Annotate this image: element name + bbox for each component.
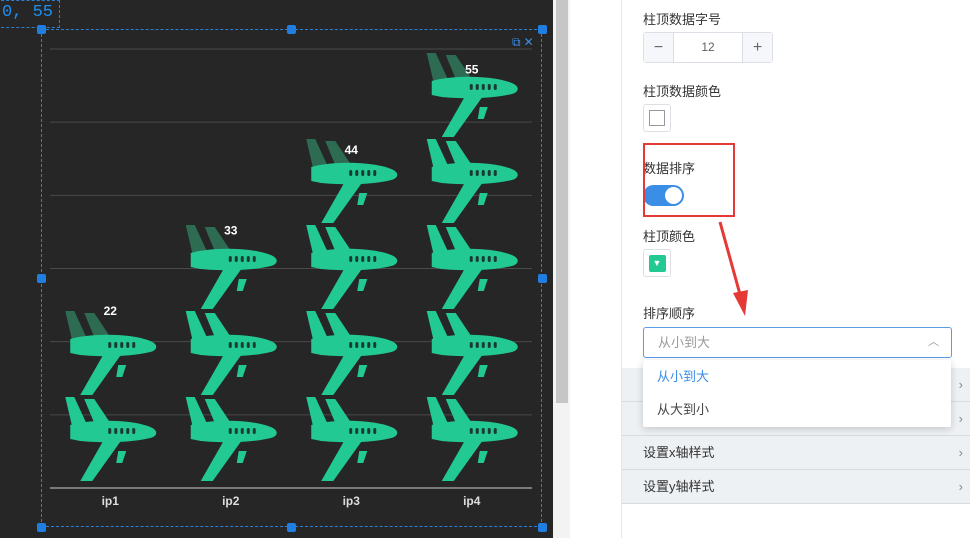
selection-box[interactable] bbox=[41, 29, 542, 527]
label-color-label: 柱顶数据颜色 bbox=[643, 84, 722, 99]
spacer bbox=[570, 0, 622, 538]
canvas-scrollbar-thumb[interactable] bbox=[556, 0, 568, 403]
resize-handle-bottom[interactable] bbox=[287, 523, 296, 532]
chart-toolbar: ⧉ ✕ bbox=[512, 35, 534, 50]
coordinate-readout: 0, 55 bbox=[0, 0, 61, 28]
chevron-right-icon: › bbox=[958, 377, 963, 392]
chevron-up-icon: ︿ bbox=[928, 336, 939, 348]
resize-handle-right[interactable] bbox=[538, 274, 547, 283]
chevron-right-icon: › bbox=[958, 479, 963, 494]
chart-canvas: 22 ip1 33 ip2 44 ip3 55 ip4 0, 55 ⧉ ✕ bbox=[0, 0, 553, 538]
font-size-label: 柱顶数据字号 bbox=[643, 12, 722, 27]
section-title: 设置x轴样式 bbox=[643, 445, 715, 460]
order-option-desc[interactable]: 从大到小 bbox=[643, 393, 951, 426]
resize-handle-bottom-right[interactable] bbox=[538, 523, 547, 532]
resize-handle-bottom-left[interactable] bbox=[37, 523, 46, 532]
resize-handle-top-left[interactable] bbox=[37, 25, 46, 34]
top-color-label: 柱顶颜色 bbox=[643, 229, 696, 244]
collapse-section-x-axis[interactable]: 设置x轴样式 › bbox=[622, 436, 970, 470]
chevron-right-icon: › bbox=[958, 411, 963, 426]
resize-handle-top[interactable] bbox=[287, 25, 296, 34]
order-option-asc[interactable]: 从小到大 bbox=[643, 360, 951, 393]
decrement-button[interactable]: − bbox=[644, 33, 673, 62]
settings-panel: 柱顶数据字号 − 12 + 柱顶数据颜色 数据排序 柱顶颜色 ▼ 排序顺序 从小… bbox=[621, 0, 970, 538]
collapse-section-y-axis[interactable]: 设置y轴样式 › bbox=[622, 470, 970, 504]
color-swatch bbox=[649, 110, 665, 126]
close-icon[interactable]: ✕ bbox=[524, 35, 534, 50]
section-title: 设置y轴样式 bbox=[643, 479, 715, 494]
order-select[interactable]: 从小到大 ︿ bbox=[643, 327, 952, 358]
label-color-picker[interactable] bbox=[643, 104, 671, 132]
resize-handle-top-right[interactable] bbox=[538, 25, 547, 34]
chevron-down-icon: ▼ bbox=[648, 254, 666, 272]
increment-button[interactable]: + bbox=[743, 33, 772, 62]
chevron-right-icon: › bbox=[958, 445, 963, 460]
highlight-box bbox=[643, 143, 735, 217]
order-label: 排序顺序 bbox=[643, 306, 696, 321]
font-size-stepper[interactable]: − 12 + bbox=[643, 32, 773, 63]
top-color-picker[interactable]: ▼ bbox=[643, 249, 671, 277]
font-size-input[interactable]: 12 bbox=[673, 33, 743, 62]
restore-icon[interactable]: ⧉ bbox=[512, 35, 521, 50]
order-select-value: 从小到大 bbox=[658, 335, 711, 350]
resize-handle-left[interactable] bbox=[37, 274, 46, 283]
order-dropdown: 从小到大 从大到小 bbox=[643, 360, 951, 427]
